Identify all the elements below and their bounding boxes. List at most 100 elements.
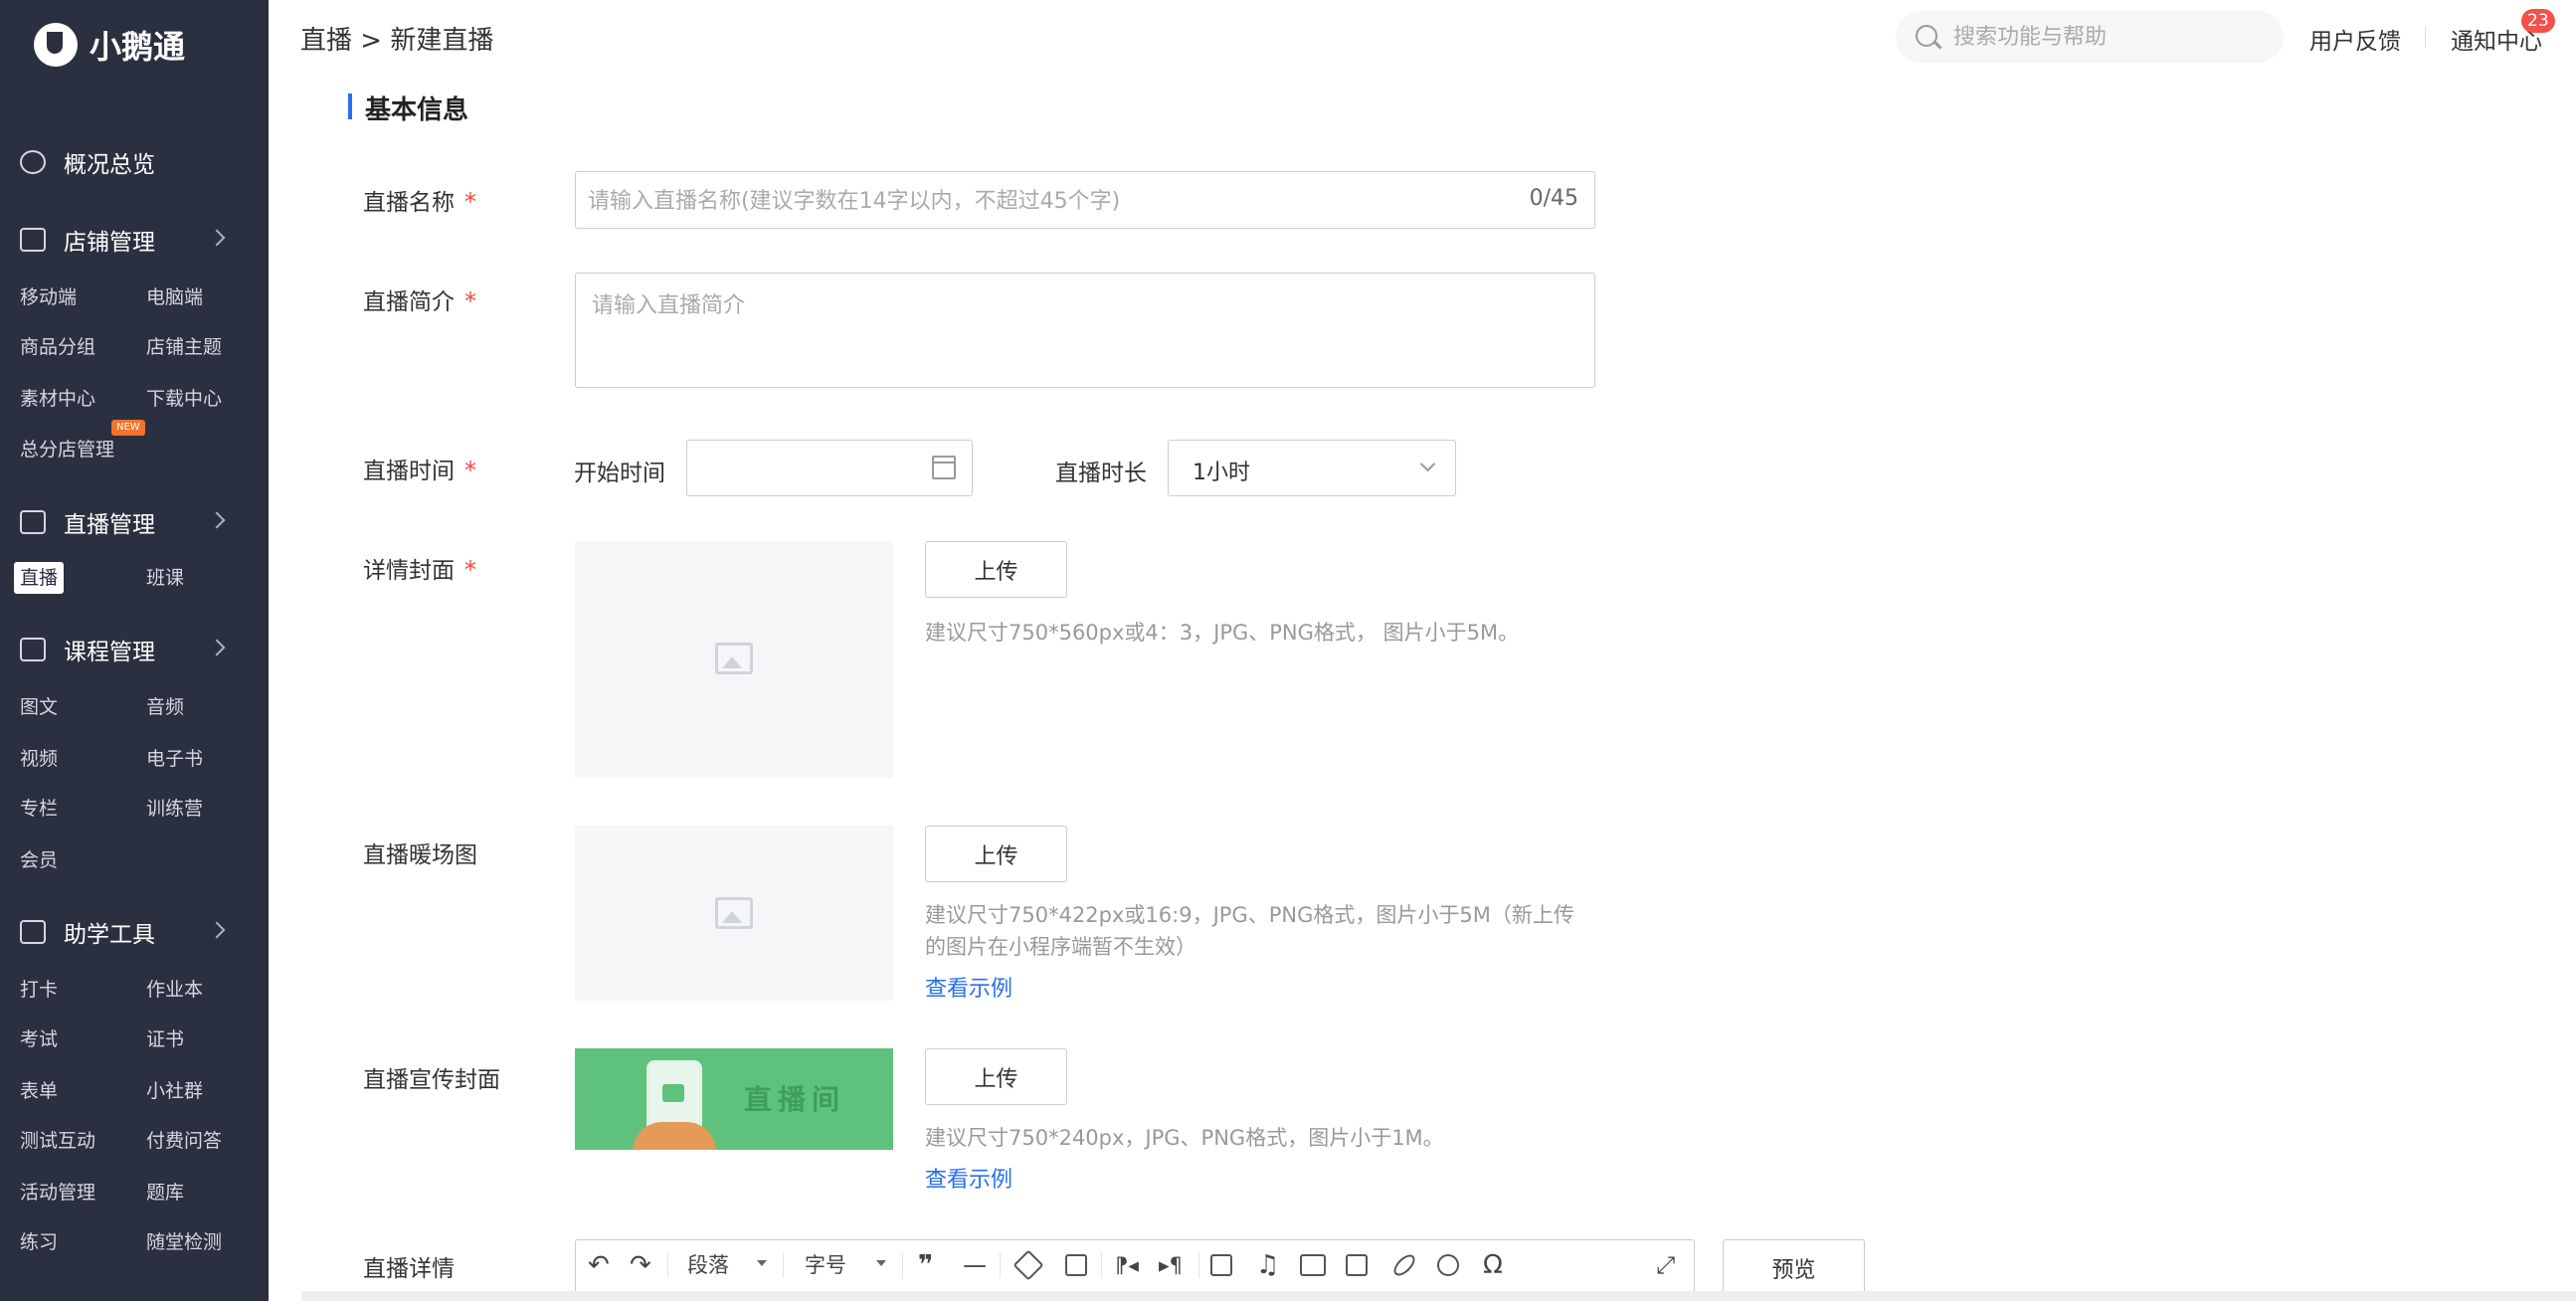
dashboard-icon [20,150,46,174]
toolbar-divider [1198,1252,1199,1278]
sidebar-item-checkin[interactable]: 打卡 [14,974,64,1006]
cover-label: 详情封面 * [363,551,476,585]
undo-icon[interactable]: ↶ [588,1250,610,1280]
sidebar-item-live[interactable]: 直播 [14,562,65,594]
detail-label: 直播详情 [363,1249,455,1283]
sidebar-item-exam[interactable]: 考试 [14,1023,64,1055]
new-badge: NEW [111,420,145,436]
required-mark: * [464,287,476,315]
chevron-down-icon [757,1260,767,1266]
search-input[interactable] [1953,19,2272,55]
label-text: 直播名称 [363,190,455,216]
toolbar-divider [783,1252,784,1278]
label-text: 直播详情 [363,1256,455,1282]
store-icon [20,228,46,252]
emoji-icon[interactable] [1437,1254,1459,1276]
special-char-icon[interactable]: Ω [1483,1250,1503,1280]
sidebar-item-product-groups[interactable]: 商品分组 [14,331,101,363]
sidebar-group-tools[interactable]: 助学工具 [0,910,269,954]
music-icon[interactable]: ♫ [1256,1250,1279,1280]
sidebar-item-downloads[interactable]: 下载中心 [140,383,228,415]
sidebar-item-question-bank[interactable]: 题库 [140,1177,190,1208]
feedback-link[interactable]: 用户反馈 [2309,22,2401,56]
sidebar-item-column[interactable]: 专栏 [14,793,64,825]
sidebar-item-materials[interactable]: 素材中心 [14,383,101,415]
sidebar-item-certificate[interactable]: 证书 [140,1023,190,1055]
chevron-right-icon [208,921,226,939]
live-intro-textarea[interactable] [575,273,1595,388]
chevron-right-icon [208,229,226,247]
image-icon[interactable] [1210,1254,1232,1276]
preview-button[interactable]: 预览 [1723,1239,1865,1295]
sidebar-item-store-theme[interactable]: 店铺主题 [140,331,228,363]
video-icon[interactable] [1300,1254,1326,1276]
sidebar-item-class-test[interactable]: 随堂检测 [140,1226,228,1258]
course-icon [20,638,46,661]
sidebar-item-practice[interactable]: 练习 [14,1226,64,1258]
promo-cover-image: 直播间 [575,1048,893,1150]
sidebar-group-label: 课程管理 [64,640,155,665]
sidebar-item-video[interactable]: 视频 [14,743,64,775]
sidebar-item-homework[interactable]: 作业本 [140,974,209,1006]
cover-hint: 建议尺寸750*560px或4：3，JPG、PNG格式， 图片小于5M。 [925,621,1520,645]
logo[interactable]: 小鹅通 [34,20,185,70]
redo-icon[interactable]: ↷ [630,1250,651,1280]
live-time-label: 直播时间 * [363,452,476,485]
fullscreen-icon[interactable]: ⤢ [1656,1250,1675,1280]
eraser-icon[interactable] [1012,1249,1044,1281]
char-counter: 0/45 [1529,186,1578,211]
sidebar-item-pc[interactable]: 电脑端 [140,281,209,313]
sidebar-item-membership[interactable]: 会员 [14,844,64,876]
ltr-icon[interactable]: ⁋◂ [1115,1250,1139,1280]
promo-upload-button[interactable]: 上传 [925,1048,1067,1105]
format-brush-icon[interactable] [1065,1254,1087,1276]
sidebar-item-class[interactable]: 班课 [140,562,190,594]
live-name-input[interactable] [588,182,1483,220]
sidebar-item-audio[interactable]: 音频 [140,691,190,723]
sidebar-item-community[interactable]: 小社群 [140,1075,209,1107]
sidebar-group-label: 直播管理 [64,512,155,538]
sidebar-group-label: 店铺管理 [64,230,155,256]
toolbar-divider [667,1252,668,1278]
sidebar-group-store[interactable]: 店铺管理 [0,218,269,262]
promo-label: 直播宣传封面 [363,1060,500,1094]
chevron-down-icon [876,1260,886,1266]
label-text: 直播时间 [363,459,455,484]
rtl-icon[interactable]: ▸¶ [1159,1250,1183,1280]
start-time-picker[interactable] [686,440,973,496]
sidebar-item-bootcamp[interactable]: 训练营 [140,793,209,825]
sidebar-item-branch-mgmt[interactable]: 总分店管理 [14,434,120,465]
warmup-hint: 建议尺寸750*422px或16:9，JPG、PNG格式，图片小于5M（新上传的… [925,903,1574,959]
sidebar-group-live[interactable]: 直播管理 [0,500,269,544]
bottom-divider [301,1291,2576,1301]
duration-select[interactable]: 1小时 [1168,440,1456,496]
paragraph-dropdown[interactable]: 段落 [687,1250,729,1280]
required-mark: * [464,457,476,484]
warmup-upload-button[interactable]: 上传 [925,826,1067,882]
toolbar-divider [902,1252,903,1278]
sidebar-item-form[interactable]: 表单 [14,1075,64,1107]
sidebar: 小鹅通 概况总览 店铺管理 移动端 电脑端 商品分组 店铺主题 素材中心 下载中… [0,0,269,1301]
sidebar-item-article[interactable]: 图文 [14,691,64,723]
cover-upload-button[interactable]: 上传 [925,541,1067,598]
link-icon[interactable] [1389,1250,1419,1280]
sidebar-item-ebook[interactable]: 电子书 [140,743,209,775]
sidebar-item-paid-qa[interactable]: 付费问答 [140,1125,228,1157]
sidebar-group-course[interactable]: 课程管理 [0,628,269,671]
sidebar-item-quiz-interaction[interactable]: 测试互动 [14,1125,101,1157]
promo-example-link[interactable]: 查看示例 [925,1162,1012,1194]
quote-icon[interactable]: ❞ [918,1250,933,1280]
search-box[interactable] [1896,11,2284,63]
sidebar-group-overview[interactable]: 概况总览 [0,140,269,184]
warmup-example-link[interactable]: 查看示例 [925,971,1012,1003]
duration-value: 1小时 [1193,461,1250,485]
label-text: 详情封面 [363,558,455,584]
media-icon[interactable] [1346,1254,1368,1276]
sidebar-group-label: 助学工具 [64,922,155,948]
required-mark: * [464,188,476,216]
sidebar-item-activities[interactable]: 活动管理 [14,1177,101,1208]
main-content: 基本信息 直播名称 * 0/45 直播简介 * 直播时间 * 开始时间 直播时长 1小… [301,76,2576,1295]
horizontal-rule-icon[interactable] [964,1265,986,1267]
sidebar-item-mobile[interactable]: 移动端 [14,281,83,313]
font-size-dropdown[interactable]: 字号 [805,1250,846,1280]
